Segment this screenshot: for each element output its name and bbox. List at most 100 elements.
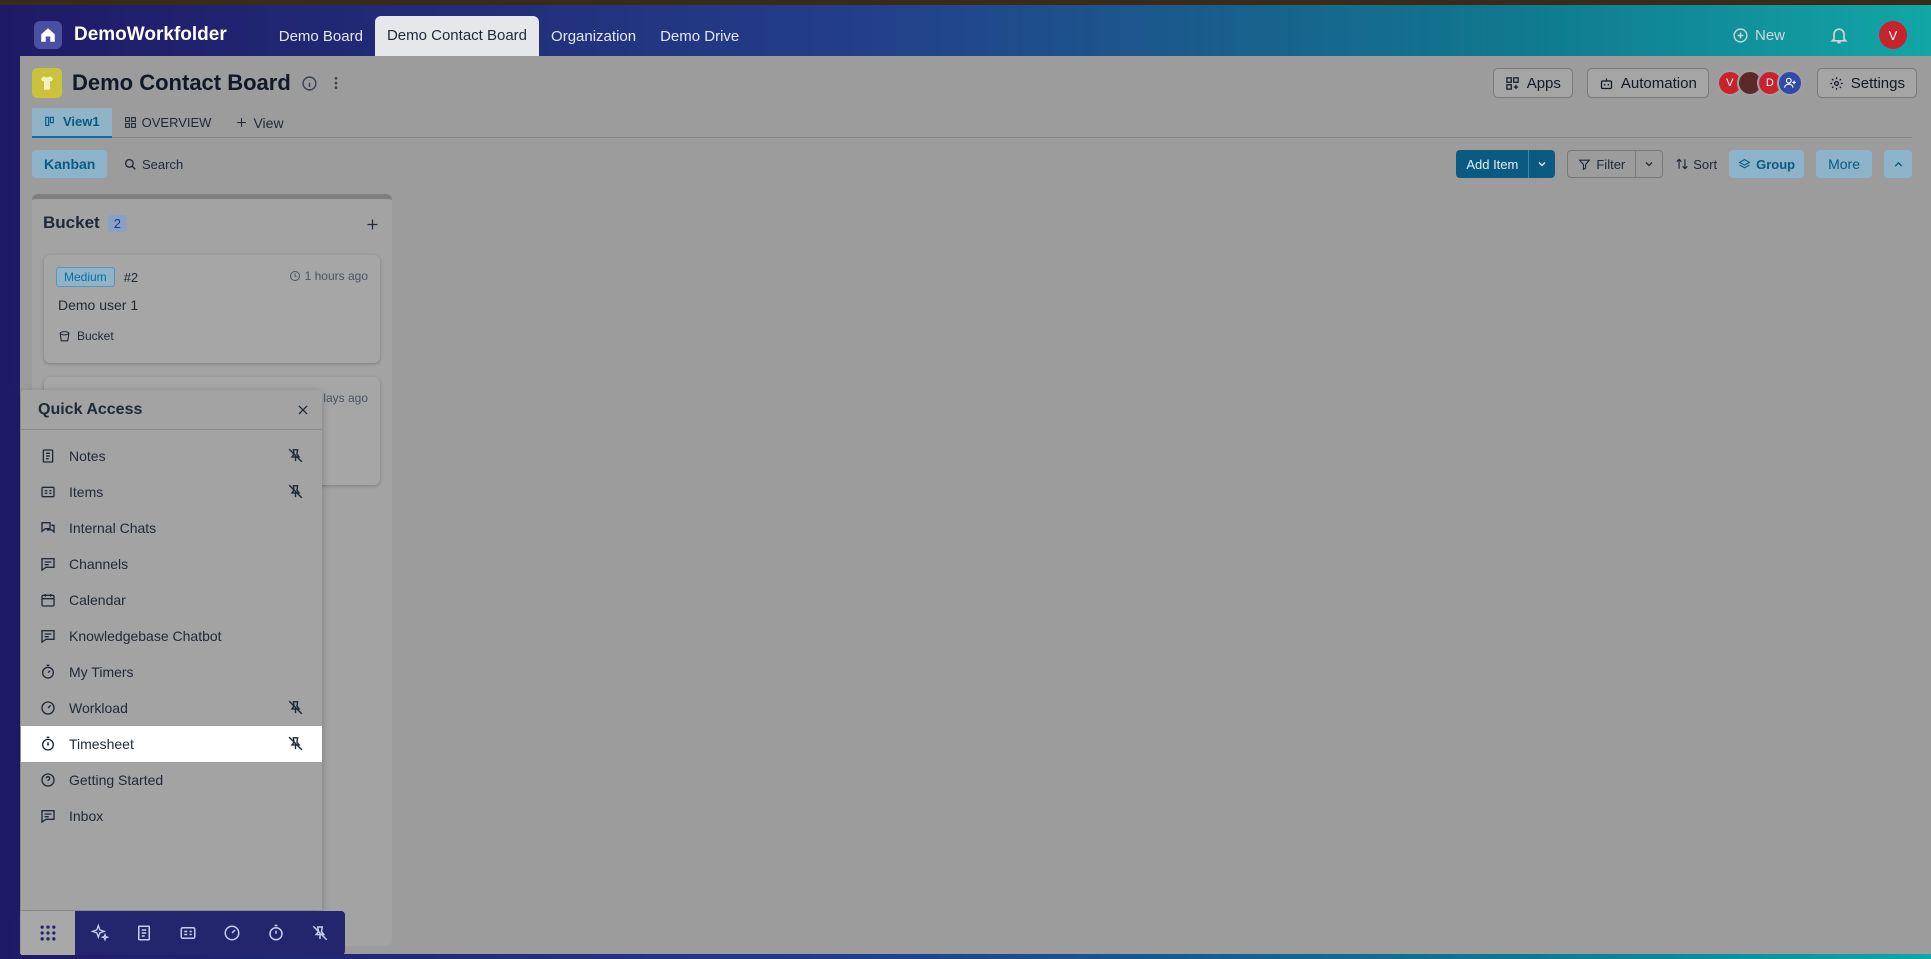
quick-access-item-workload[interactable]: Workload <box>21 690 322 726</box>
chats-icon <box>39 519 57 537</box>
tab-view1[interactable]: View1 <box>32 107 112 138</box>
nav-right: New V <box>1732 14 1931 56</box>
card-time-label: lays ago <box>323 391 368 405</box>
card-time-label: 1 hours ago <box>304 269 368 283</box>
tab-overview[interactable]: OVERVIEW <box>112 108 224 138</box>
more-button[interactable]: More <box>1816 150 1872 178</box>
gear-icon <box>1829 76 1844 91</box>
quick-access-item-timesheet[interactable]: Timesheet <box>21 726 322 762</box>
timer-icon <box>39 663 57 681</box>
kebab-menu-icon[interactable] <box>328 74 344 92</box>
filter-label: Filter <box>1596 156 1626 172</box>
apps-label: Apps <box>1526 74 1561 92</box>
quick-access-item-my-timers[interactable]: My Timers <box>21 654 322 690</box>
apps-icon <box>1505 76 1520 91</box>
new-label: New <box>1754 26 1785 44</box>
card-title: Demo user 1 <box>58 297 139 313</box>
automation-label: Automation <box>1620 74 1697 92</box>
clock-icon <box>289 270 301 282</box>
nav-tab-demo-drive[interactable]: Demo Drive <box>648 18 751 56</box>
nav-tab-demo-board[interactable]: Demo Board <box>267 18 375 56</box>
quick-access-label: Inbox <box>69 808 104 824</box>
dock-bar <box>75 911 345 955</box>
card-timestamp: lays ago <box>323 391 368 405</box>
sort-button[interactable]: Sort <box>1675 150 1717 178</box>
unpin-icon[interactable] <box>301 914 339 952</box>
stopwatch-icon <box>39 735 57 753</box>
kanban-button[interactable]: Kanban <box>32 150 108 178</box>
bucket-icon <box>58 330 71 343</box>
group-button[interactable]: Group <box>1729 150 1805 178</box>
stopwatch-icon[interactable] <box>257 914 295 952</box>
chatbot-icon <box>39 627 57 645</box>
nav-tab-demo-contact-board[interactable]: Demo Contact Board <box>374 16 540 56</box>
apps-button[interactable]: Apps <box>1492 68 1573 98</box>
card-bucket-tag: Bucket <box>58 329 114 343</box>
quick-access-item-internal-chats[interactable]: Internal Chats <box>21 510 322 546</box>
kanban-card[interactable]: Medium #2 1 hours ago Demo user 1 Bucket <box>44 255 380 363</box>
quick-access-item-calendar[interactable]: Calendar <box>21 582 322 618</box>
chevron-down-icon[interactable] <box>1529 150 1555 178</box>
bottom-dock <box>21 911 345 955</box>
chevron-up-icon[interactable] <box>1884 150 1912 178</box>
notes-icon[interactable] <box>125 914 163 952</box>
quick-access-item-inbox[interactable]: Inbox <box>21 798 322 834</box>
add-item-button[interactable]: Add Item <box>1456 150 1530 178</box>
group-label: Group <box>1756 156 1796 172</box>
search-button[interactable]: Search <box>124 150 183 178</box>
plus-icon <box>235 116 248 129</box>
column-count-badge: 2 <box>107 214 127 232</box>
quick-access-item-notes[interactable]: Notes <box>21 438 322 474</box>
bell-icon[interactable] <box>1829 25 1849 45</box>
quick-access-label: Channels <box>69 556 129 572</box>
card-number: #2 <box>123 269 139 285</box>
settings-label: Settings <box>1850 74 1905 92</box>
apps-grid-icon[interactable] <box>21 911 75 955</box>
unpin-icon[interactable] <box>287 735 304 752</box>
view-tabs: View1 OVERVIEW View <box>32 107 1912 138</box>
sparkle-icon[interactable] <box>81 914 119 952</box>
toolbar-right: Add Item Filter Sort Group More <box>1456 150 1912 178</box>
close-icon[interactable] <box>296 403 310 417</box>
add-view-button[interactable]: View <box>223 108 295 138</box>
header-actions: Apps Automation V D Settings <box>1492 68 1917 98</box>
quick-access-label: Getting Started <box>69 772 164 788</box>
quick-access-item-channels[interactable]: Channels <box>21 546 322 582</box>
member-avatars[interactable]: V D <box>1716 70 1803 96</box>
unpin-icon[interactable] <box>287 483 304 500</box>
add-card-icon[interactable] <box>365 217 380 232</box>
quick-access-item-knowledgebase-chatbot[interactable]: Knowledgebase Chatbot <box>21 618 322 654</box>
search-icon <box>124 158 137 171</box>
add-member-icon[interactable] <box>1776 70 1803 96</box>
nav-tab-organization[interactable]: Organization <box>539 18 648 56</box>
quick-access-list: Notes Items Internal Chats Channels Cale… <box>21 438 322 834</box>
filter-button[interactable]: Filter <box>1568 151 1637 177</box>
unpin-icon[interactable] <box>287 699 304 716</box>
home-icon[interactable] <box>34 21 62 49</box>
settings-button[interactable]: Settings <box>1816 68 1917 98</box>
add-item-group: Add Item <box>1456 150 1556 178</box>
quick-access-label: Internal Chats <box>69 520 157 536</box>
quick-access-item-getting-started[interactable]: Getting Started <box>21 762 322 798</box>
chevron-down-icon[interactable] <box>1636 151 1662 177</box>
calendar-icon <box>39 591 57 609</box>
items-icon <box>39 483 57 501</box>
top-strip <box>0 0 1931 5</box>
notes-icon <box>39 447 57 465</box>
quick-access-label: Notes <box>69 448 106 464</box>
automation-button[interactable]: Automation <box>1586 68 1709 98</box>
unpin-icon[interactable] <box>287 447 304 464</box>
info-icon[interactable] <box>301 75 318 92</box>
board-header: Demo Contact Board <box>32 68 344 98</box>
new-button[interactable]: New <box>1732 27 1785 44</box>
items-icon[interactable] <box>169 914 207 952</box>
quick-access-label: Knowledgebase Chatbot <box>69 628 222 644</box>
gauge-icon[interactable] <box>213 914 251 952</box>
user-avatar[interactable]: V <box>1879 21 1907 49</box>
brand-title: DemoWorkfolder <box>74 24 227 45</box>
plus-circle-icon <box>1732 27 1749 44</box>
quick-access-item-items[interactable]: Items <box>21 474 322 510</box>
card-tag-label: Bucket <box>77 329 114 343</box>
filter-group: Filter <box>1567 150 1664 178</box>
kanban-view-icon <box>44 115 58 129</box>
